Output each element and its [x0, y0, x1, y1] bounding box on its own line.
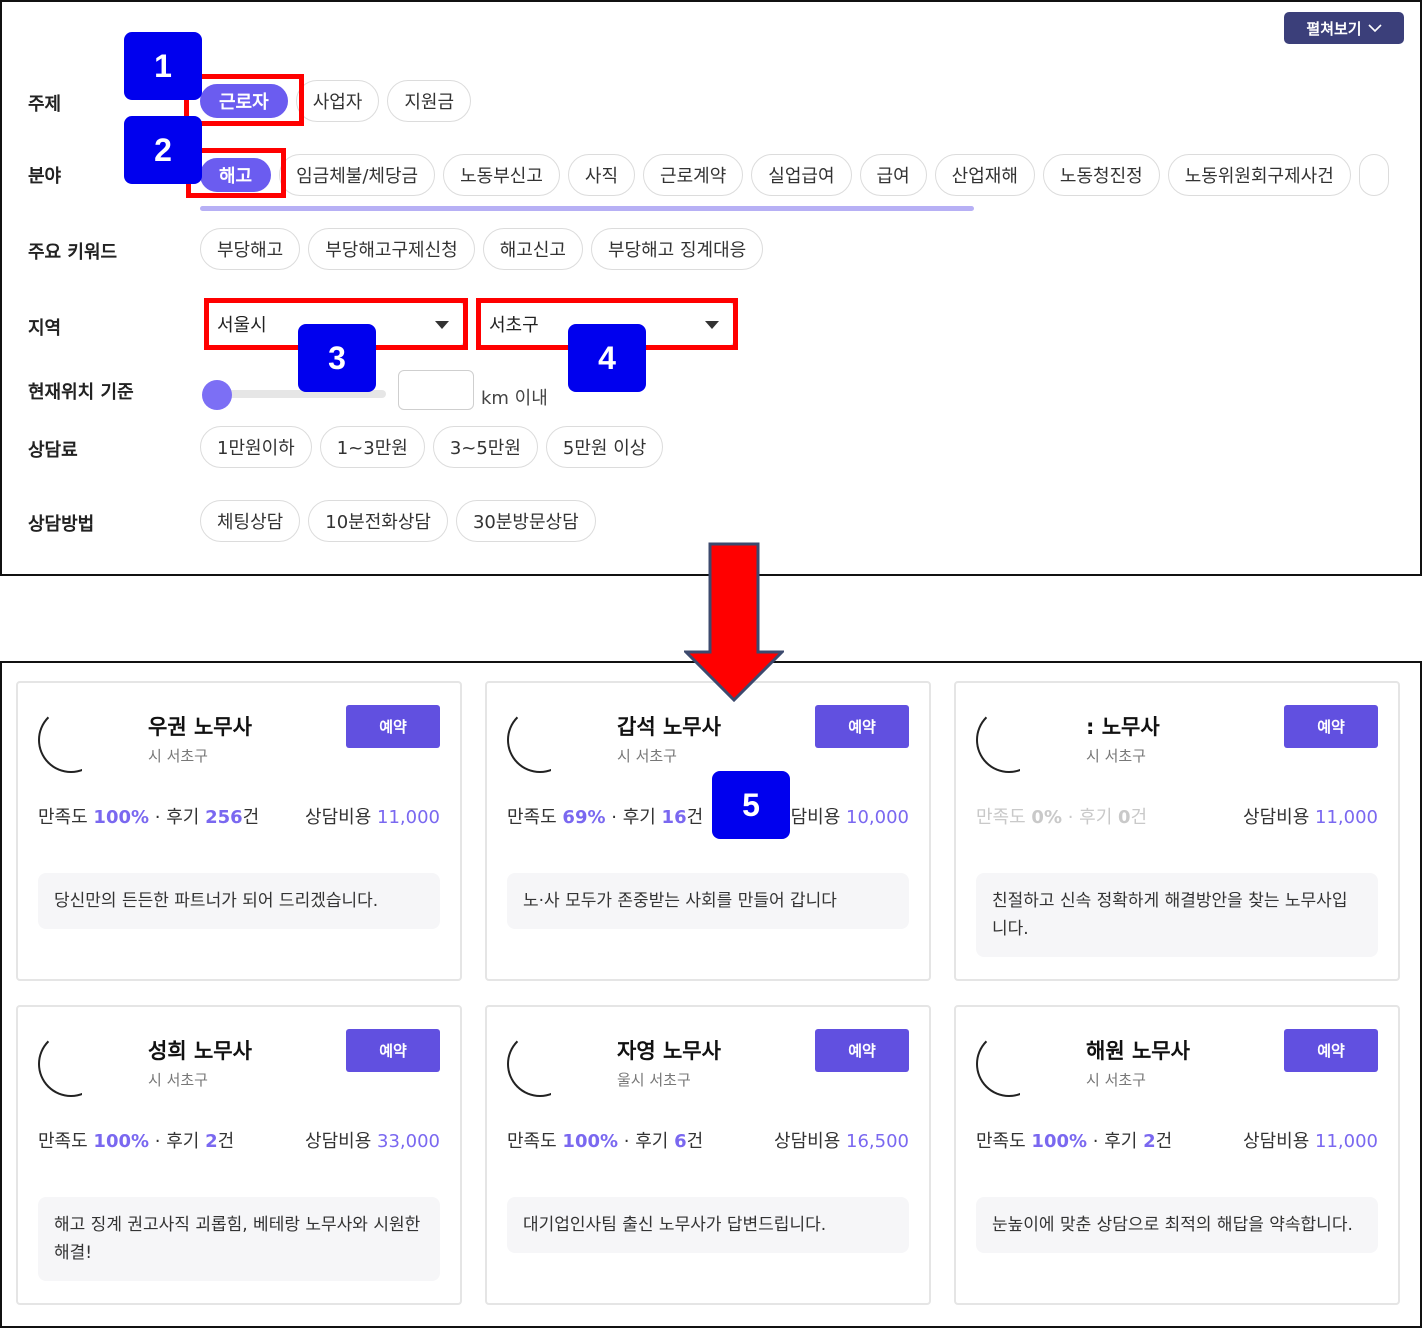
counselor-name: 자영 노무사 [617, 1039, 721, 1063]
field-scrollbar[interactable] [200, 206, 974, 211]
counselor-card[interactable]: : 노무사 시 서초구 예약 만족도 0% · 후기 0건 상담비용 11,00… [954, 681, 1400, 981]
expand-button[interactable]: 펼쳐보기 [1284, 12, 1404, 44]
counselor-name: 우권 노무사 [148, 715, 252, 739]
book-button[interactable]: 예약 [815, 1029, 909, 1072]
counselor-region: 시 서초구 [1086, 747, 1146, 765]
method-chip-chat[interactable]: 체팅상담 [200, 500, 301, 542]
annotation-badge-2: 2 [124, 116, 202, 184]
fee-chips: 1만원이하 1~3만원 3~5만원 5만원 이상 [200, 426, 664, 468]
method-chip-phone[interactable]: 10분전화상담 [308, 500, 448, 542]
counselor-name: 성희 노무사 [148, 1039, 252, 1063]
filter-panel: 펼쳐보기 주제 근로자 사업자 지원금 분야 해고 임금체불/체당금 노동부신고… [0, 0, 1422, 576]
fee-chip-10k-30k[interactable]: 1~3만원 [319, 426, 425, 468]
distance-input[interactable] [398, 370, 474, 410]
annotation-badge-3: 3 [298, 324, 376, 392]
field-label: 분야 [28, 166, 62, 187]
keyword-chip-dismissal-report[interactable]: 해고신고 [482, 228, 583, 270]
chevron-down-icon [1368, 19, 1382, 37]
price: 상담비용 33,000 [305, 1131, 440, 1152]
book-button[interactable]: 예약 [1284, 1029, 1378, 1072]
annotation-box-1 [184, 74, 304, 126]
counselor-region: 시 서초구 [617, 747, 677, 765]
counselor-bio: 노·사 모두가 존중받는 사회를 만들어 갑니다 [507, 873, 909, 929]
topic-chip-employer[interactable]: 사업자 [295, 80, 380, 122]
annotation-badge-1: 1 [124, 32, 202, 100]
counselor-bio: 눈높이에 맞춘 상담으로 최적의 해답을 약속합니다. [976, 1197, 1378, 1253]
price: 상담비용 11,000 [1243, 1131, 1378, 1152]
rating-stats: 만족도 69% · 후기 16건 [507, 807, 704, 828]
counselor-bio: 당신만의 든든한 파트너가 되어 드리겠습니다. [38, 873, 440, 929]
rating-stats: 만족도 100% · 후기 2건 [38, 1131, 235, 1152]
field-chip-industrial-accident[interactable]: 산업재해 [934, 154, 1035, 196]
keyword-chip-unfair-dismissal[interactable]: 부당해고 [200, 228, 301, 270]
expand-label: 펼쳐보기 [1306, 19, 1362, 38]
field-chip-labor-report[interactable]: 노동부신고 [443, 154, 560, 196]
counselor-bio: 친절하고 신속 정확하게 해결방안을 찾는 노무사입니다. [976, 873, 1378, 957]
keywords-label: 주요 키워드 [28, 242, 118, 263]
counselor-bio: 해고 징계 권고사직 괴롭힘, 베테랑 노무사와 시원한 해결! [38, 1197, 440, 1281]
field-chip-petition[interactable]: 노동청진정 [1042, 154, 1160, 196]
counselor-card[interactable]: 자영 노무사 울시 서초구 예약 만족도 100% · 후기 6건 상담비용 1… [485, 1005, 931, 1305]
field-chip-overflow[interactable] [1358, 154, 1389, 196]
field-chip-unemployment[interactable]: 실업급여 [751, 154, 852, 196]
counselor-name: : 노무사 [1086, 715, 1160, 739]
keyword-chip-discipline[interactable]: 부당해고 징계대응 [590, 228, 764, 270]
method-label: 상담방법 [28, 514, 95, 535]
counselor-name: 해원 노무사 [1086, 1039, 1190, 1063]
annotation-badge-4: 4 [568, 324, 646, 392]
fee-label: 상담료 [28, 440, 78, 461]
rating-stats: 만족도 0% · 후기 0건 [976, 807, 1148, 828]
field-chip-contract[interactable]: 근로계약 [643, 154, 744, 196]
rating-stats: 만족도 100% · 후기 2건 [976, 1131, 1173, 1152]
counselor-card[interactable]: 우권 노무사 시 서초구 예약 만족도 100% · 후기 256건 상담비용 … [16, 681, 462, 981]
counselor-card[interactable]: 해원 노무사 시 서초구 예약 만족도 100% · 후기 2건 상담비용 11… [954, 1005, 1400, 1305]
results-panel: 우권 노무사 시 서초구 예약 만족도 100% · 후기 256건 상담비용 … [0, 661, 1422, 1328]
price: 상담비용 10,000 [774, 807, 909, 828]
down-arrow-icon [684, 542, 784, 702]
book-button[interactable]: 예약 [815, 705, 909, 748]
counselor-region: 시 서초구 [148, 747, 208, 765]
field-chip-salary[interactable]: 급여 [859, 154, 927, 196]
counselor-region: 울시 서초구 [617, 1071, 691, 1089]
rating-stats: 만족도 100% · 후기 256건 [38, 807, 260, 828]
keyword-chips: 부당해고 부당해고구제신청 해고신고 부당해고 징계대응 [200, 228, 764, 270]
book-button[interactable]: 예약 [1284, 705, 1378, 748]
price: 상담비용 11,000 [305, 807, 440, 828]
region-label: 지역 [28, 318, 62, 339]
topic-chip-subsidy[interactable]: 지원금 [387, 80, 472, 122]
field-chip-wage[interactable]: 임금체불/체당금 [279, 154, 436, 196]
fee-chip-30k-50k[interactable]: 3~5만원 [432, 426, 538, 468]
method-chips: 체팅상담 10분전화상담 30분방문상담 [200, 500, 596, 542]
counselor-region: 시 서초구 [1086, 1071, 1146, 1089]
field-chips: 해고 임금체불/체당금 노동부신고 사직 근로계약 실업급여 급여 산업재해 노… [200, 154, 1389, 196]
distance-slider-thumb[interactable] [202, 380, 232, 410]
method-chip-visit[interactable]: 30분방문상담 [455, 500, 596, 542]
counselor-card[interactable]: 갑석 노무사 시 서초구 예약 만족도 69% · 후기 16건 상담비용 10… [485, 681, 931, 981]
rating-stats: 만족도 100% · 후기 6건 [507, 1131, 704, 1152]
fee-chip-under-10k[interactable]: 1만원이하 [200, 426, 312, 468]
price: 상담비용 16,500 [774, 1131, 909, 1152]
counselor-card[interactable]: 성희 노무사 시 서초구 예약 만족도 100% · 후기 2건 상담비용 33… [16, 1005, 462, 1305]
counselor-name: 갑석 노무사 [617, 715, 721, 739]
fee-chip-over-50k[interactable]: 5만원 이상 [545, 426, 664, 468]
book-button[interactable]: 예약 [346, 705, 440, 748]
counselor-bio: 대기업인사팀 출신 노무사가 답변드립니다. [507, 1197, 909, 1253]
topic-label: 주제 [28, 94, 62, 115]
keyword-chip-remedy-request[interactable]: 부당해고구제신청 [308, 228, 475, 270]
field-chip-resignation[interactable]: 사직 [567, 154, 636, 196]
distance-unit: km 이내 [481, 388, 548, 409]
counselor-region: 시 서초구 [148, 1071, 208, 1089]
book-button[interactable]: 예약 [346, 1029, 440, 1072]
field-chip-labor-commission[interactable]: 노동위원회구제사건 [1167, 154, 1351, 196]
annotation-badge-5: 5 [712, 771, 790, 839]
price: 상담비용 11,000 [1243, 807, 1378, 828]
location-label: 현재위치 기준 [28, 382, 134, 403]
